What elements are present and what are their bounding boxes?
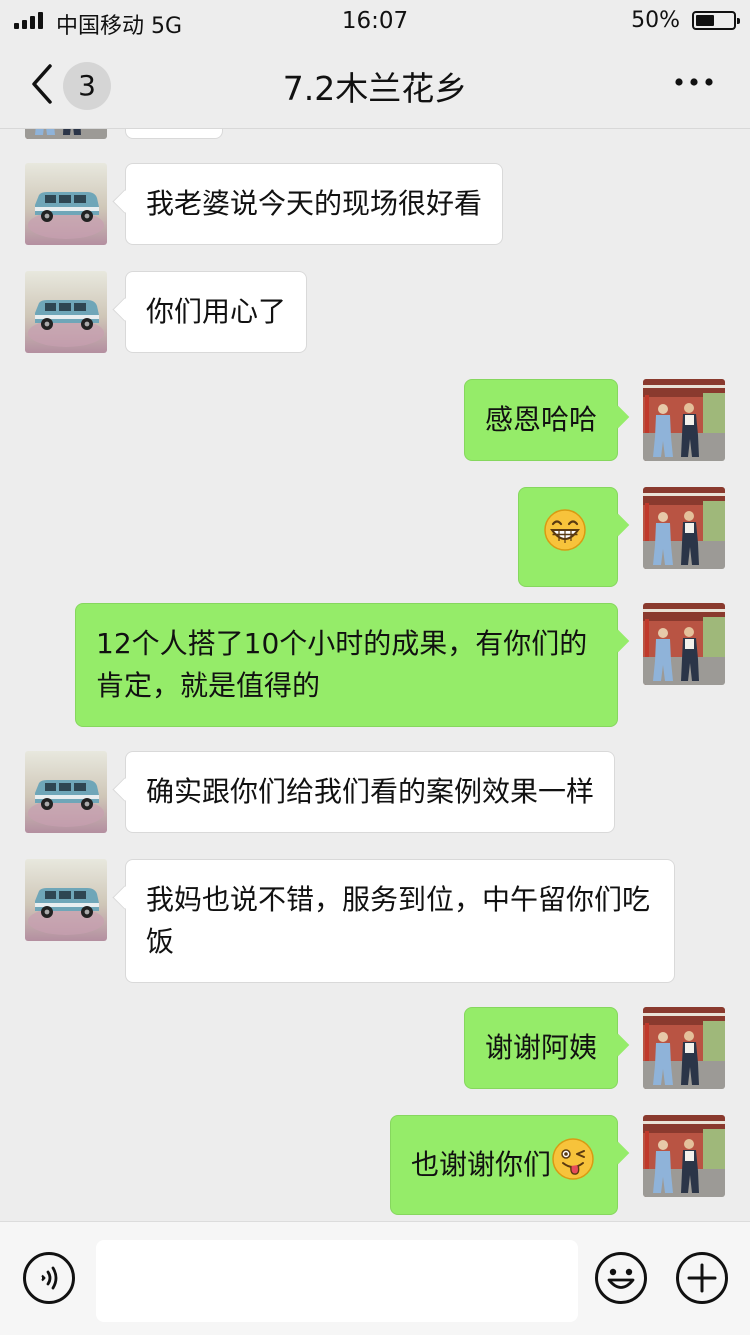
message-text: 我妈也说不错，服务到位，中午留你们吃饭 xyxy=(146,883,651,958)
smile-icon[interactable] xyxy=(594,1251,648,1309)
avatar[interactable] xyxy=(643,603,725,685)
incoming-message-bubble[interactable]: 确实跟你们给我们看的案例效果一样 xyxy=(125,751,616,833)
message-input[interactable] xyxy=(96,1240,578,1322)
avatar[interactable] xyxy=(25,751,107,833)
battery-icon xyxy=(692,11,740,30)
avatar[interactable] xyxy=(643,379,725,461)
avatar[interactable] xyxy=(643,1007,725,1089)
message-text: 你们用心了 xyxy=(146,295,287,328)
more-dots-icon[interactable] xyxy=(674,72,714,92)
message-text: 确实跟你们给我们看的案例效果一样 xyxy=(146,775,595,808)
message-list[interactable]: 我老婆说今天的现场很好看 你们用心了 感恩哈哈 12个人搭了10个小时的成果，有… xyxy=(0,129,750,1221)
outgoing-message-bubble[interactable] xyxy=(518,487,618,587)
message-text: 12个人搭了10个小时的成果，有你们的肯定，就是值得的 xyxy=(96,627,588,702)
outgoing-message-bubble[interactable]: 谢谢阿姨 xyxy=(463,1007,618,1089)
incoming-message-bubble[interactable]: 我老婆说今天的现场很好看 xyxy=(125,163,504,245)
avatar[interactable] xyxy=(25,859,107,941)
battery-percent: 50% xyxy=(631,8,680,33)
avatar[interactable] xyxy=(643,487,725,569)
voice-icon[interactable] xyxy=(22,1251,76,1309)
previous-bubble-fragment xyxy=(125,129,223,139)
message-text: 也谢谢你们 xyxy=(410,1148,551,1181)
grin-emoji-icon xyxy=(543,508,587,564)
chat-header: 3 7.2木兰花乡 xyxy=(0,42,750,129)
message-text: 我老婆说今天的现场很好看 xyxy=(146,187,483,220)
status-bar: 中国移动 5G 16:07 50% xyxy=(0,0,750,42)
outgoing-message-bubble[interactable]: 12个人搭了10个小时的成果，有你们的肯定，就是值得的 xyxy=(75,603,618,727)
plus-icon[interactable] xyxy=(675,1251,729,1309)
incoming-message-bubble[interactable]: 我妈也说不错，服务到位，中午留你们吃饭 xyxy=(125,859,675,983)
wink-tongue-emoji-icon xyxy=(551,1137,595,1193)
chat-title: 7.2木兰花乡 xyxy=(282,69,468,108)
previous-message-fragment xyxy=(25,129,107,139)
outgoing-message-bubble[interactable]: 也谢谢你们 xyxy=(389,1115,618,1215)
avatar[interactable] xyxy=(643,1115,725,1197)
message-text: 谢谢阿姨 xyxy=(484,1031,597,1064)
message-text: 感恩哈哈 xyxy=(484,403,597,436)
incoming-message-bubble[interactable]: 你们用心了 xyxy=(125,271,308,353)
avatar[interactable] xyxy=(25,271,107,353)
avatar[interactable] xyxy=(25,163,107,245)
input-bar xyxy=(0,1221,750,1335)
outgoing-message-bubble[interactable]: 感恩哈哈 xyxy=(463,379,618,461)
